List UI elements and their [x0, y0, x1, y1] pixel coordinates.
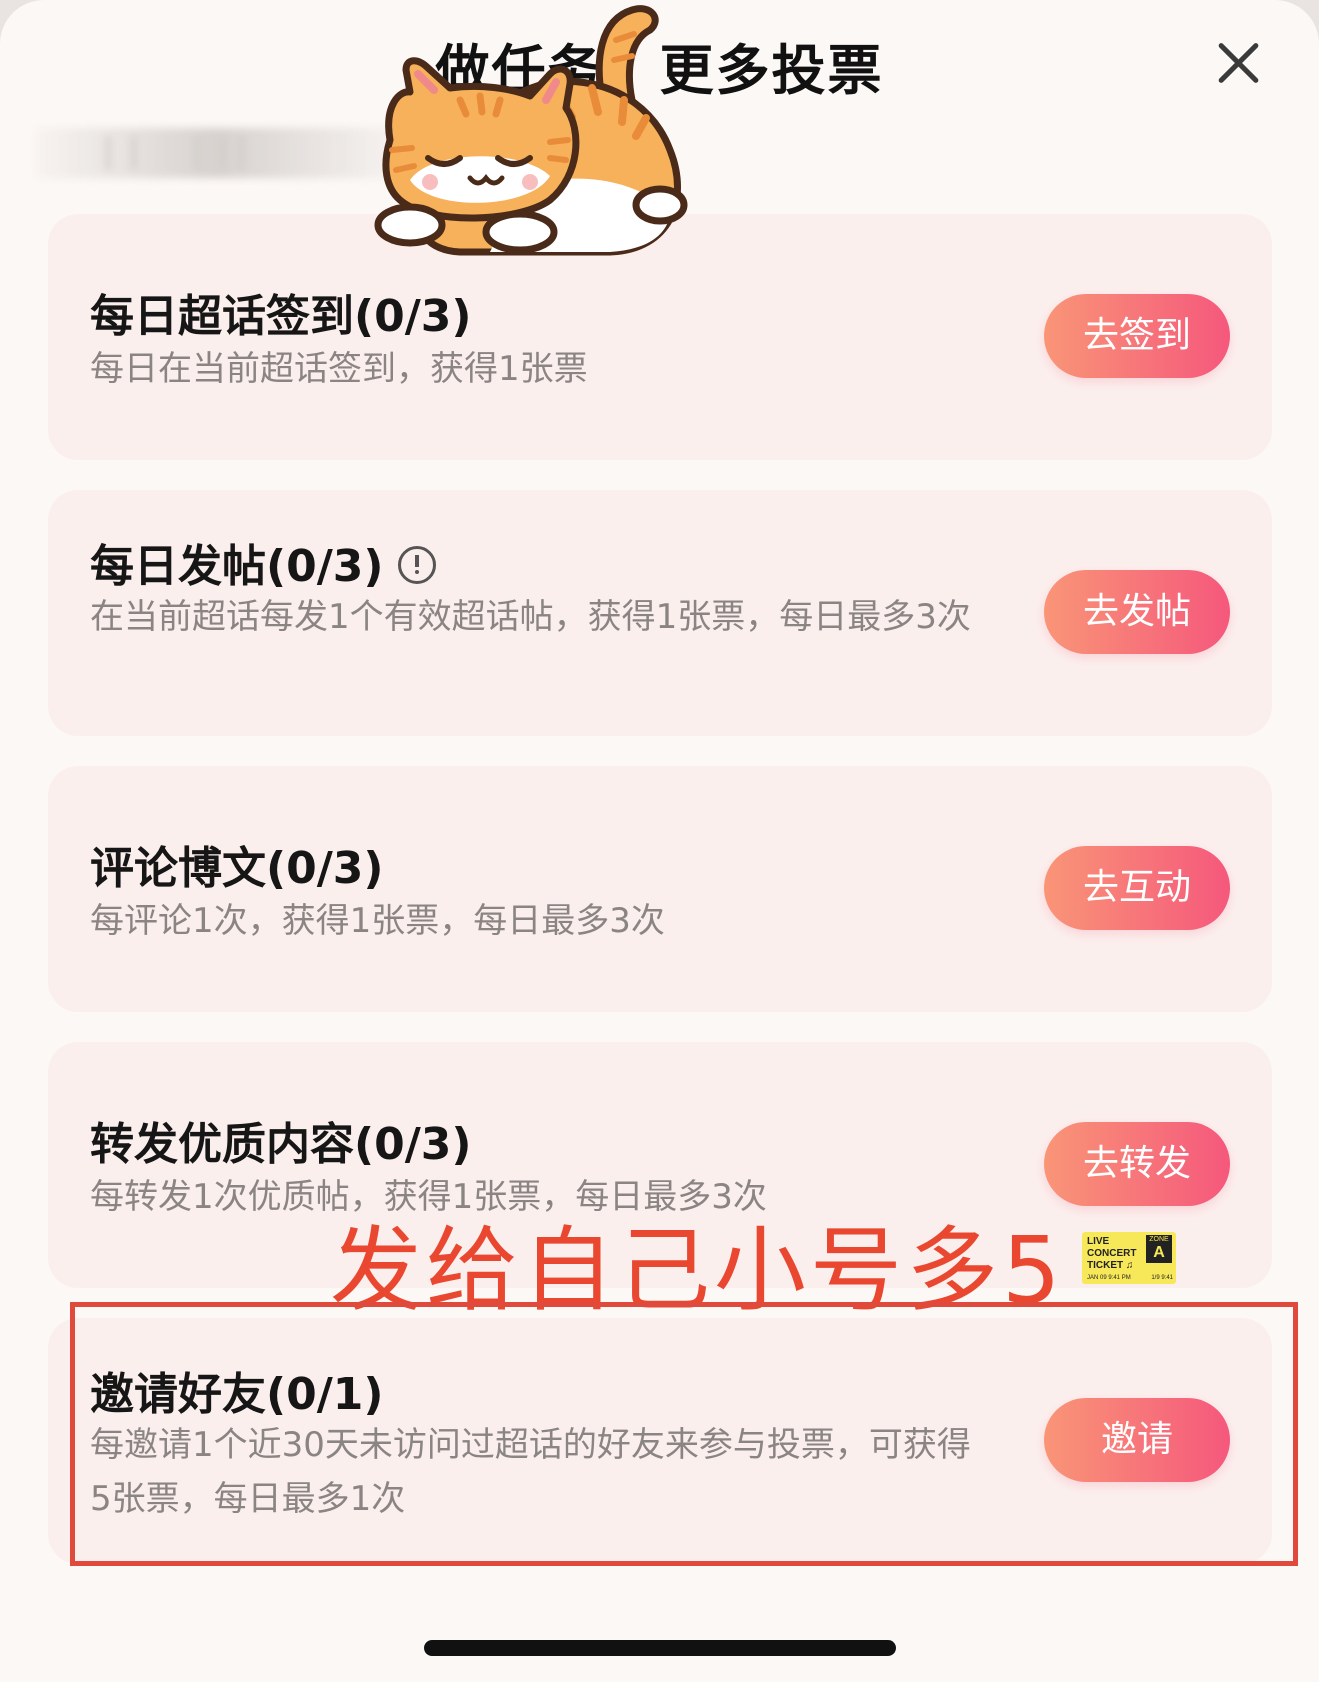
blurred-region [36, 128, 396, 178]
task-description: 每日在当前超话签到，获得1张票 [90, 349, 588, 389]
ticket-footer: JAN 09 9:41 PM 1/9 9:41 [1087, 1275, 1173, 1281]
task-description: 在当前超话每发1个有效超话帖，获得1张票，每日最多3次 [90, 597, 971, 637]
task-title: 每日超话签到(0/3) [90, 291, 472, 342]
task-title: 评论博文(0/3) [90, 843, 384, 894]
checkin-button[interactable]: 去签到 [1044, 294, 1230, 378]
task-title-text: 每日发帖(0/3) [90, 541, 384, 592]
task-sheet: 做任务，更多投票 每日超话签到(0/3) 每日在当前超话签到，获得1张票 去签到… [0, 0, 1319, 1682]
ticket-line2: CONCERT [1087, 1248, 1137, 1259]
post-button[interactable]: 去发帖 [1044, 570, 1230, 654]
task-title: 每日发帖(0/3) [90, 530, 436, 594]
concert-ticket-sticker: LIVE CONCERT TICKET ♫ ZONE A JAN 09 9:41… [1082, 1232, 1176, 1284]
task-description: 每评论1次，获得1张票，每日最多3次 [90, 901, 665, 941]
task-card-comment: 评论博文(0/3) 每评论1次，获得1张票，每日最多3次 去互动 [48, 766, 1272, 1012]
task-title: 转发优质内容(0/3) [90, 1119, 472, 1170]
ticket-zone-value: A [1153, 1244, 1165, 1261]
annotation-highlight-box [70, 1302, 1298, 1566]
ticket-footer-right: 1/9 9:41 [1151, 1275, 1173, 1281]
repost-button[interactable]: 去转发 [1044, 1122, 1230, 1206]
ticket-text: LIVE CONCERT TICKET ♫ [1087, 1236, 1143, 1272]
home-indicator[interactable] [424, 1640, 896, 1656]
ticket-zone-label: ZONE [1149, 1236, 1169, 1243]
interact-button[interactable]: 去互动 [1044, 846, 1230, 930]
ticket-footer-left: JAN 09 9:41 PM [1087, 1275, 1131, 1281]
ticket-line3: TICKET ♫ [1087, 1260, 1134, 1271]
ticket-zone: ZONE A [1146, 1235, 1172, 1263]
info-icon[interactable] [397, 546, 436, 584]
close-icon[interactable] [1215, 40, 1261, 86]
sleeping-cat-sticker [374, 5, 688, 256]
ticket-line1: LIVE [1087, 1236, 1110, 1247]
task-card-post: 每日发帖(0/3) 在当前超话每发1个有效超话帖，获得1张票，每日最多3次 去发… [48, 490, 1272, 736]
